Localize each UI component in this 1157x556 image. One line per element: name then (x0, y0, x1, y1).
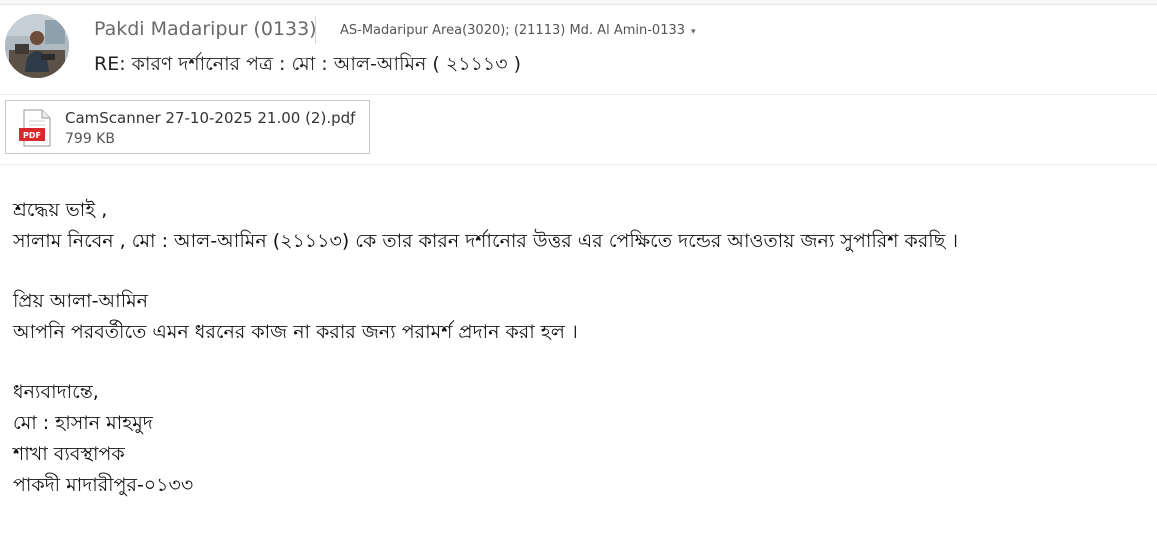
body-line-2: আপনি পরবর্তীতে এমন ধরনের কাজ না করার জন্… (13, 321, 578, 343)
attachment-file-size: 799 KB (65, 131, 115, 147)
recipient-line[interactable]: AS-Madaripur Area(3020); (21113) Md. Al … (340, 23, 696, 38)
signature-branch: পাকদী মাদারীপুর-০১৩৩ (13, 474, 194, 496)
email-reading-pane: Pakdi Madaripur (0133) AS-Madaripur Area… (0, 0, 1157, 556)
divider (0, 164, 1157, 165)
attachment-card[interactable]: PDF CamScanner 27-10-2025 21.00 (2).pdf … (5, 100, 370, 154)
body-salutation: প্রিয় আলা-আমিন (13, 290, 149, 312)
message-subject: RE: কারণ দর্শানোর পত্র : মো : আল-আমিন ( … (94, 53, 522, 75)
body-greeting: শ্রদ্ধেয় ভাই , (13, 199, 108, 221)
recipient-text: AS-Madaripur Area(3020); (21113) Md. Al … (340, 23, 686, 38)
body-line-1: সালাম নিবেন , মো : আল-আমিন (২১১১৩) কে তা… (13, 230, 959, 252)
pdf-icon-label: PDF (23, 131, 41, 140)
message-body: শ্রদ্ধেয় ভাই , সালাম নিবেন , মো : আল-আম… (13, 195, 958, 501)
message-header: Pakdi Madaripur (0133) AS-Madaripur Area… (0, 4, 1157, 95)
sender-name[interactable]: Pakdi Madaripur (0133) (94, 18, 317, 40)
body-closing: ধন্যবাদান্তে, (13, 381, 99, 403)
avatar-photo (5, 14, 69, 78)
signature-title: শাখা ব্যবস্থাপক (13, 443, 125, 465)
sender-avatar[interactable] (5, 14, 69, 78)
pdf-file-icon: PDF (19, 109, 51, 147)
header-separator (315, 16, 316, 44)
chevron-down-icon[interactable]: ▾ (691, 27, 696, 37)
attachment-dropdown-icon[interactable]: ⌄ (346, 115, 355, 128)
signature-name: মো : হাসান মাহমুদ (13, 412, 153, 434)
attachment-file-name[interactable]: CamScanner 27-10-2025 21.00 (2).pdf (65, 109, 355, 127)
